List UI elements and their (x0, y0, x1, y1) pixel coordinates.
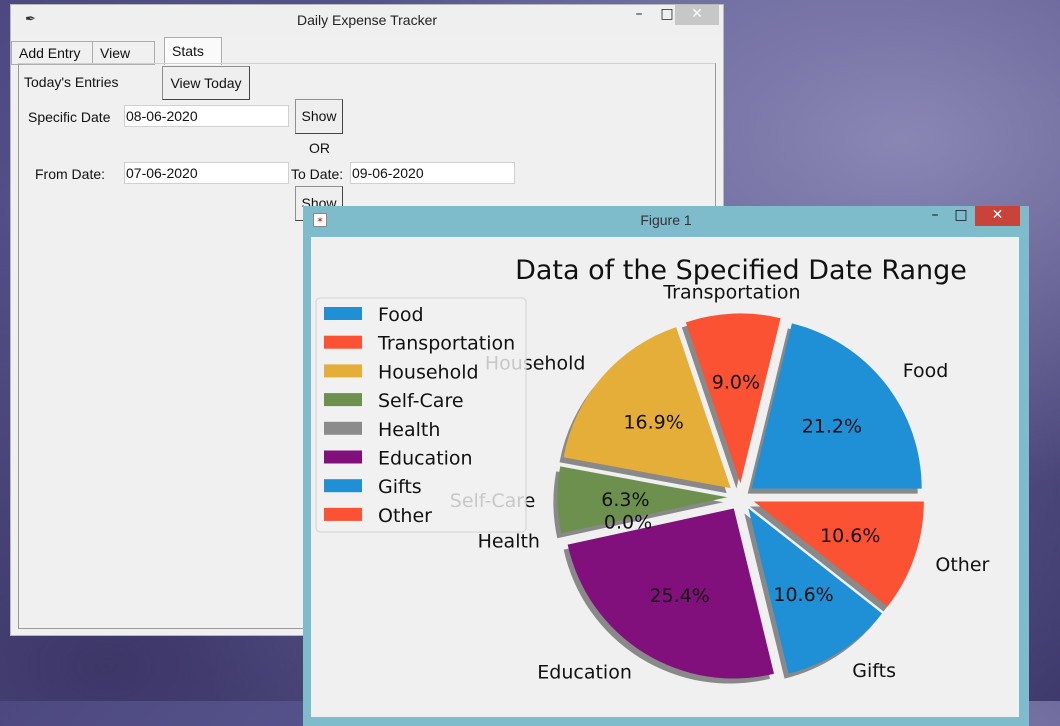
from-date-label: From Date: (35, 166, 106, 182)
to-date-label: To Date: (291, 166, 344, 182)
legend-swatch-other (324, 507, 362, 521)
figure-window-title: Figure 1 (640, 212, 692, 228)
pie-slice-food (751, 323, 922, 489)
pie-category-label-transportation: Transportation (662, 281, 800, 303)
legend-swatch-health (324, 421, 362, 435)
pie-pct-label-health: 0.0% (604, 512, 652, 534)
tab-stats[interactable]: Stats (164, 37, 222, 65)
legend-label-household: Household (378, 361, 479, 383)
close-icon[interactable]: ✕ (975, 206, 1020, 226)
pie-category-label-education: Education (537, 661, 632, 683)
view-today-button[interactable]: View Today (162, 66, 250, 100)
legend-swatch-education (324, 450, 362, 464)
pie-pct-label-self-care: 6.3% (601, 489, 649, 511)
or-label: OR (309, 140, 330, 156)
specific-date-field[interactable] (124, 105, 289, 127)
show-date-button[interactable]: Show (295, 99, 343, 134)
pie-chart: Data of the Specified Date Range21.2%Foo… (315, 255, 990, 684)
specific-date-label: Specific Date (28, 109, 111, 125)
minimize-icon[interactable]: – (925, 206, 945, 226)
pie-category-label-other: Other (935, 554, 989, 576)
todays-entries-label: Today's Entries (24, 74, 119, 90)
tracker-window-title: Daily Expense Tracker (296, 12, 438, 28)
pie-category-label-health: Health (478, 531, 540, 553)
legend-label-education: Education (378, 448, 473, 470)
legend-swatch-self-care (324, 393, 362, 407)
tab-view[interactable]: View (92, 41, 155, 65)
tracker-titlebar: ✒ Daily Expense Tracker – □ ✕ (11, 5, 723, 35)
figure-canvas: Data of the Specified Date Range 21.2% Foo… (311, 237, 1019, 717)
close-icon[interactable]: ✕ (675, 5, 719, 25)
pie-category-label-food: Food (903, 360, 949, 382)
to-date-field[interactable] (350, 162, 515, 184)
pie-pct-label-other: 10.6% (820, 525, 880, 547)
figure-titlebar: ✶ Figure 1 – □ ✕ (303, 206, 1029, 236)
figure-window: ✶ Figure 1 – □ ✕ Data of the Specified D… (303, 206, 1029, 726)
legend-label-health: Health (378, 419, 440, 441)
pie-pct-label-food: 21.2% (802, 416, 862, 438)
legend-label-self-care: Self-Care (378, 390, 464, 412)
legend-swatch-household (324, 364, 362, 378)
maximize-icon[interactable]: □ (951, 206, 971, 226)
legend-label-transportation: Transportation (377, 333, 515, 355)
pie-pct-label-gifts: 10.6% (773, 584, 833, 606)
legend-swatch-food (324, 307, 362, 320)
legend-swatch-gifts (324, 479, 362, 493)
pie-pct-label-transportation: 9.0% (712, 372, 760, 394)
tab-add-entry[interactable]: Add Entry (11, 41, 93, 65)
legend-swatch-transportation (324, 335, 362, 349)
pie-category-label-gifts: Gifts (852, 660, 896, 682)
from-date-field[interactable] (124, 162, 289, 184)
minimize-icon[interactable]: – (625, 5, 653, 25)
pie-pct-label-education: 25.4% (649, 585, 709, 607)
legend-label-gifts: Gifts (378, 476, 422, 498)
pie-pct-label-household: 16.9% (623, 411, 683, 433)
legend-label-food: Food (378, 304, 424, 326)
legend-label-other: Other (378, 505, 432, 527)
chart-legend: Food Transportation Household Self-Care Heal… (315, 297, 527, 533)
